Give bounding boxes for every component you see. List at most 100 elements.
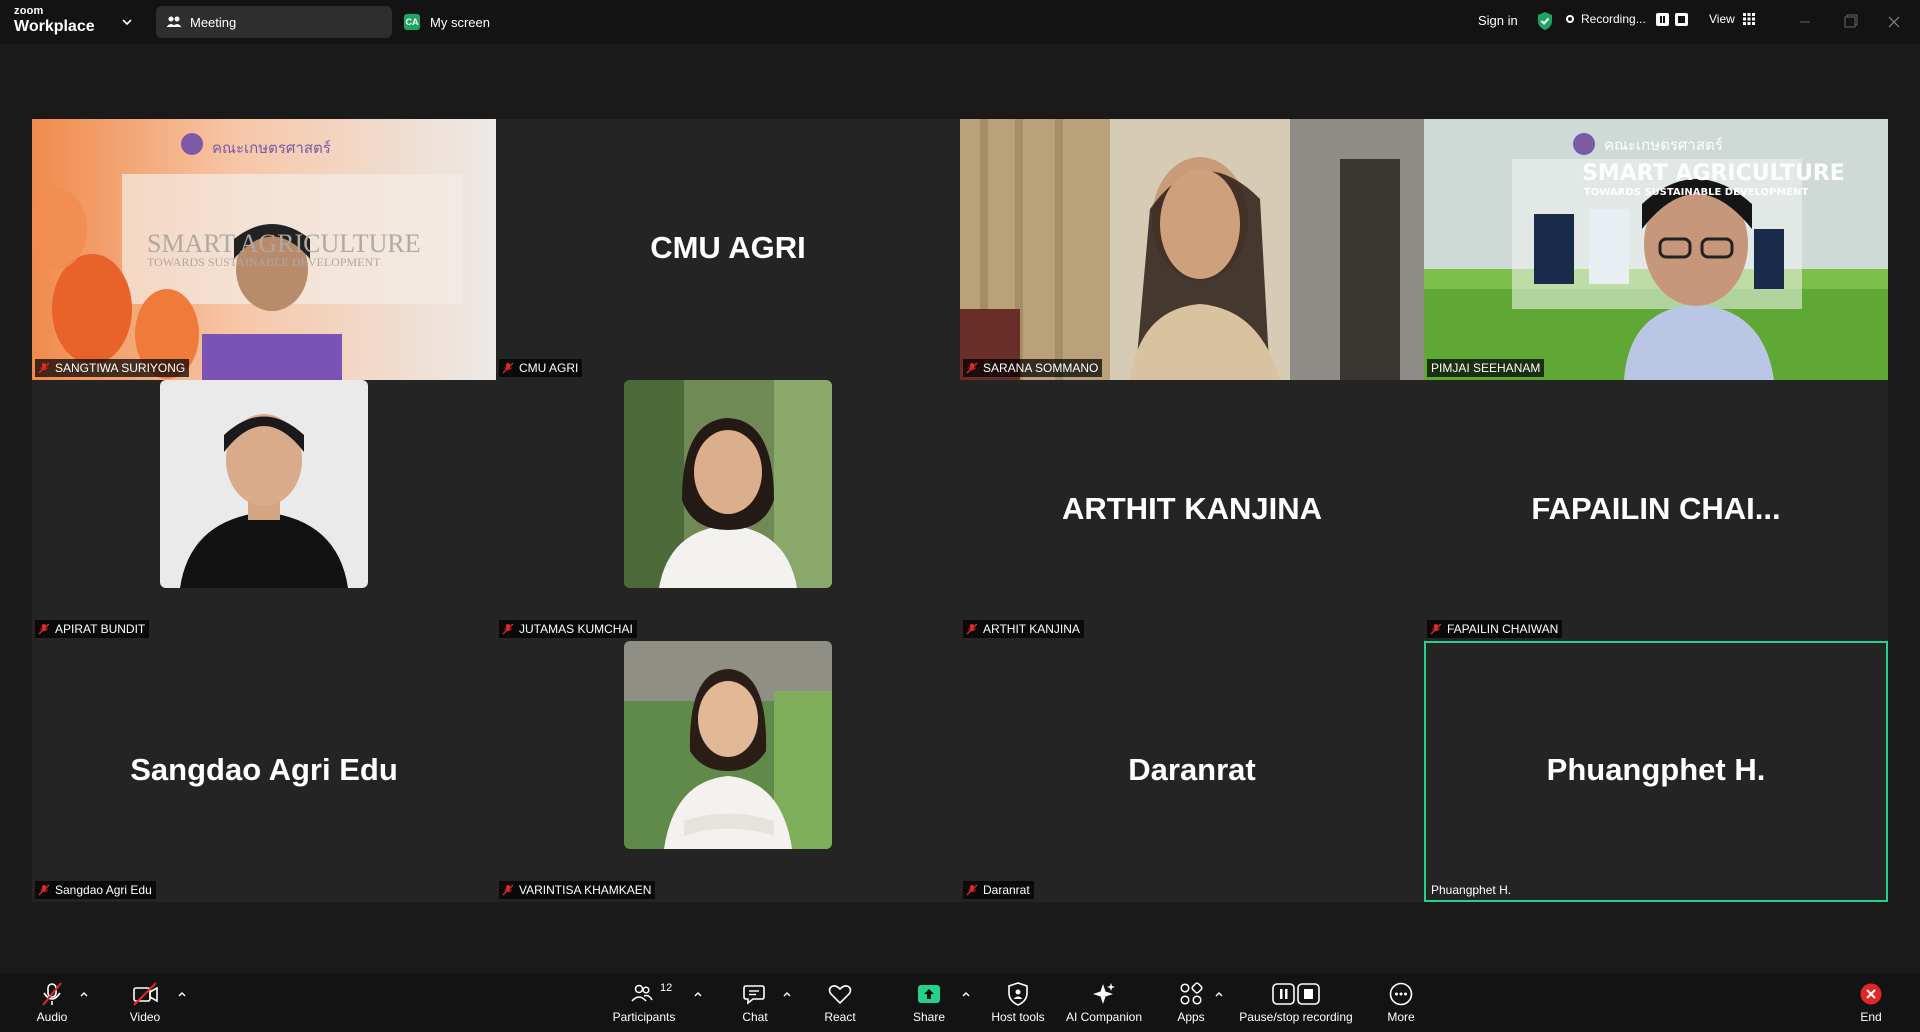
recording-indicator: Recording... [1566,12,1688,26]
share-button[interactable]: Share [910,981,948,1024]
participant-name: VARINTISA KHAMKAEN [519,883,652,897]
video-button[interactable]: Video [128,981,162,1024]
participant-tile[interactable]: CMU AGRI CMU AGRI [496,119,960,380]
chevron-down-icon[interactable] [120,15,134,29]
recording-dot-icon [1566,15,1574,23]
participant-name-label: Daranrat [963,881,1034,899]
stop-recording-icon[interactable] [1674,12,1688,26]
participant-tile[interactable]: คณะเกษตรศาสตร์ SMART AGRICULTURE TOWARDS… [1424,119,1888,380]
participant-display-name: Phuangphet H. [1546,751,1766,787]
end-meeting-button[interactable]: End [1856,981,1886,1024]
react-button[interactable]: React [822,981,858,1024]
participant-display-name: CMU AGRI [650,229,806,265]
tab-meeting[interactable]: Meeting [156,6,392,38]
participant-name-label: CMU AGRI [499,359,583,377]
participant-video [960,119,1424,380]
encryption-shield-icon[interactable] [1536,11,1554,31]
chat-options-chevron-icon[interactable] [781,988,793,1000]
participant-tile[interactable]: Daranrat Daranrat [960,641,1424,902]
zoom-workplace-logo[interactable]: zoom Workplace [14,6,95,35]
participant-name-label: JUTAMAS KUMCHAI [499,620,637,638]
tab-my-screen[interactable]: CA My screen [404,6,490,38]
participant-display-name: Daranrat [1128,751,1256,787]
more-label: More [1387,1010,1415,1024]
heart-icon [828,985,852,1005]
muted-mic-icon [502,884,514,896]
participant-name-label: PIMJAI SEEHANAM [1427,359,1545,377]
audio-options-chevron-icon[interactable] [78,988,90,1000]
pause-stop-recording-button[interactable]: Pause/stop recording [1236,981,1356,1024]
participant-tile[interactable]: ARTHIT KANJINA ARTHIT KANJINA [960,380,1424,641]
participant-tile[interactable]: VARINTISA KHAMKAEN [496,641,960,902]
audio-label: Audio [36,1010,68,1024]
tab-my-screen-label: My screen [430,14,490,30]
participant-name: Phuangphet H. [1431,883,1512,897]
chat-icon [743,985,765,1005]
muted-mic-icon [966,623,978,635]
muted-mic-icon [502,623,514,635]
profile-photo [624,641,832,849]
host-tools-label: Host tools [991,1010,1045,1024]
maximize-icon[interactable] [1840,12,1860,32]
participant-count: 12 [660,982,673,994]
muted-mic-icon [38,884,50,896]
ai-companion-button[interactable]: AI Companion [1064,981,1144,1024]
participant-name: JUTAMAS KUMCHAI [519,622,633,636]
more-button[interactable]: More [1384,981,1418,1024]
participants-options-chevron-icon[interactable] [692,988,704,1000]
participants-button[interactable]: 12 Participants [608,981,680,1024]
muted-mic-icon [502,362,514,374]
participant-name: APIRAT BUNDIT [55,622,146,636]
muted-mic-icon [966,884,978,896]
participant-tile[interactable]: คณะเกษตรศาสตร์ SMART AGRICULTURE TOWARDS… [32,119,496,380]
participant-name: Sangdao Agri Edu [55,883,152,897]
profile-photo [160,380,368,588]
end-call-icon [1860,983,1882,1005]
sign-in-link[interactable]: Sign in [1478,13,1518,28]
close-icon[interactable] [1884,12,1904,32]
muted-mic-icon [966,362,978,374]
participant-name: SARANA SOMMANO [983,361,1099,375]
share-label: Share [912,1010,946,1024]
apps-options-chevron-icon[interactable] [1213,988,1225,1000]
apps-button[interactable]: Apps [1172,981,1210,1024]
brand-workplace: Workplace [14,18,95,35]
share-options-chevron-icon[interactable] [960,988,972,1000]
participant-tile[interactable]: FAPAILIN CHAI... FAPAILIN CHAIWAN [1424,380,1888,641]
participant-tile[interactable]: Sangdao Agri Edu Sangdao Agri Edu [32,641,496,902]
pause-stop-recording-label: Pause/stop recording [1239,1010,1353,1024]
participant-tile[interactable]: SARANA SOMMANO [960,119,1424,380]
tab-meeting-label: Meeting [190,14,237,30]
participant-name: CMU AGRI [519,361,579,375]
video-options-chevron-icon[interactable] [176,988,188,1000]
audio-button[interactable]: Audio [34,981,70,1024]
active-speaker-tile[interactable]: Phuangphet H. Phuangphet H. [1424,641,1888,902]
muted-microphone-icon [42,982,62,1006]
slide-logo-text: คณะเกษตรศาสตร์ [1604,136,1723,154]
participant-name-label: ARTHIT KANJINA [963,620,1084,638]
participant-display-name: ARTHIT KANJINA [1061,490,1323,526]
participant-name: ARTHIT KANJINA [983,622,1080,636]
gallery-grid: คณะเกษตรศาสตร์ SMART AGRICULTURE TOWARDS… [32,119,1888,902]
view-button[interactable]: View [1709,12,1755,26]
end-label: End [1860,1010,1882,1024]
grid-view-icon [1742,13,1755,25]
view-label: View [1709,12,1735,26]
pause-stop-recording-icon [1272,983,1320,1005]
minimize-icon[interactable] [1795,12,1815,32]
slide-subtitle: TOWARDS SUSTAINABLE DEVELOPMENT [147,255,381,269]
participant-tile[interactable]: APIRAT BUNDIT [32,380,496,641]
meeting-toolbar: Audio Video 12 Participants Chat React S… [0,973,1920,1032]
more-icon [1389,982,1413,1006]
video-label: Video [129,1010,161,1024]
participant-name-label: SARANA SOMMANO [963,359,1103,377]
chat-label: Chat [742,1010,768,1024]
participants-icon [631,984,653,1002]
chat-button[interactable]: Chat [736,981,774,1024]
participant-name-label: Sangdao Agri Edu [35,881,156,899]
participant-video [1424,119,1888,380]
participant-tile[interactable]: JUTAMAS KUMCHAI [496,380,960,641]
apps-label: Apps [1177,1010,1205,1024]
host-tools-button[interactable]: Host tools [988,981,1048,1024]
pause-recording-icon[interactable] [1655,12,1669,26]
